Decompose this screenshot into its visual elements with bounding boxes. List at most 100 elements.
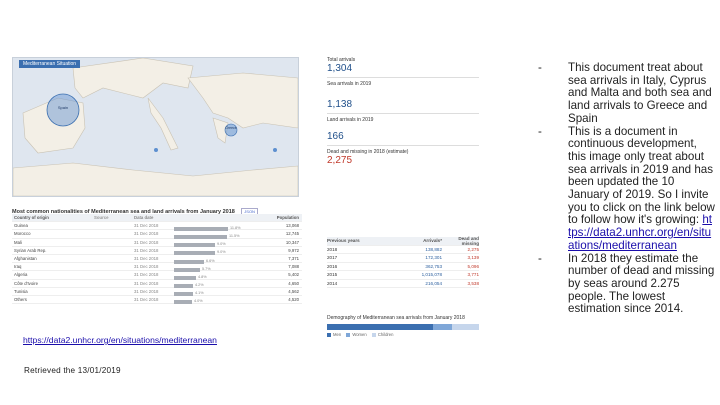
row-percent: 11.5% [229, 233, 240, 238]
nationalities-table: Country of origin Source Data date Popul… [12, 214, 302, 305]
years-header: Previous years Arrivals* Dead and missin… [327, 236, 479, 246]
bullet-dash: - [538, 251, 542, 265]
table-row: Syrian Arab Rep. 31 Dec 2018 9.0% 9,972 [12, 247, 302, 256]
years-body: 2018 138,882 2,275 2017 172,301 3,139 2016 362,… [327, 246, 480, 288]
row-population: 7,088 [288, 264, 299, 270]
table-row: Morocco 31 Dec 2018 11.5% 12,745 [12, 230, 302, 239]
row-bar [174, 267, 200, 272]
spain-circle [46, 93, 80, 127]
row-year: 2017 [327, 255, 338, 261]
row-population: 13,068 [285, 223, 299, 229]
row-country: Algeria [14, 272, 28, 278]
header-date: Data date [134, 215, 154, 221]
row-country: Côte d'Ivoire [14, 280, 38, 286]
legend-children: Children [377, 332, 394, 337]
row-date: 31 Dec 2018 [134, 288, 159, 294]
row-dead: 3,538 [467, 280, 480, 286]
row-dead: 2,275 [467, 246, 480, 252]
table-row: Guinea 31 Dec 2018 11.8% 13,068 [12, 222, 302, 231]
map-panel[interactable]: Spain Greece Mediterranean Situation [12, 57, 299, 197]
header-year: Previous years [327, 238, 360, 244]
dead-value: 2,275 [327, 155, 353, 166]
bullet-dash: - [538, 124, 542, 138]
previous-years-table: Previous years Arrivals* Dead and missin… [327, 236, 480, 288]
row-percent: 6.6% [206, 258, 215, 263]
row-bar [174, 243, 215, 248]
children-segment [451, 324, 479, 330]
map-label-greece: Greece [225, 126, 237, 130]
row-country: Morocco [14, 231, 31, 237]
cyprus-circle [273, 148, 277, 152]
row-percent: 4.1% [195, 291, 204, 296]
row-date: 31 Dec 2018 [134, 223, 159, 229]
row-date: 31 Dec 2018 [134, 264, 159, 270]
year-row: 2018 138,882 2,275 [327, 246, 480, 254]
row-population: 4,650 [288, 280, 299, 286]
row-date: 31 Dec 2018 [134, 272, 159, 278]
row-arrivals: 362,753 [425, 263, 442, 269]
bullet-text: This document treat about sea arrivals i… [568, 61, 712, 125]
row-arrivals: 172,301 [425, 255, 442, 261]
row-population: 7,371 [288, 256, 299, 262]
row-percent: 4.2% [195, 283, 204, 288]
table-row: Tunisia 31 Dec 2018 4.1% 4,562 [12, 288, 302, 297]
row-country: Afghanistan [14, 256, 37, 262]
table-row: Algeria 31 Dec 2018 4.8% 5,402 [12, 271, 302, 280]
year-row: 2015 1,015,078 3,771 [327, 271, 479, 280]
row-country: Guinea [14, 223, 28, 229]
row-date: 31 Dec 2018 [134, 256, 159, 262]
header-source: Source [94, 215, 109, 221]
retrieved-date: Retrieved the 13/01/2019 [24, 366, 121, 375]
row-bar [174, 226, 228, 231]
table-row: Others 31 Dec 2018 4.0% 4,520 [12, 296, 302, 305]
row-arrivals: 1,015,078 [421, 272, 442, 278]
row-percent: 5.7% [202, 266, 211, 271]
row-bar [174, 300, 192, 305]
row-percent: 4.0% [194, 299, 203, 304]
source-link[interactable]: https://data2.unhcr.org/en/situations/me… [23, 335, 217, 345]
demography-bar [327, 324, 479, 330]
row-percent: 4.8% [198, 274, 207, 279]
malta-circle [154, 148, 158, 152]
header-population: Population [276, 215, 299, 221]
bullet-text-container: This is a document in continuous develop… [568, 125, 715, 253]
row-date: 31 Dec 2018 [134, 296, 159, 302]
row-dead: 3,771 [467, 272, 480, 278]
bullet-text: In 2018 they estimate the number of dead… [568, 251, 715, 316]
row-country: Syrian Arab Rep. [14, 247, 47, 253]
row-bar [174, 259, 204, 264]
sea-label: Sea arrivals in 2019 [327, 81, 372, 87]
demography-title: Demography of Mediterranean sea arrivals… [327, 315, 465, 321]
row-country: Mali [14, 239, 22, 245]
demography-panel: Demography of Mediterranean sea arrivals… [327, 315, 479, 337]
sea-value: 1,138 [327, 99, 353, 110]
map-title: Mediterranean Situation [19, 60, 81, 68]
total-value: 1,304 [327, 63, 353, 74]
bullet-list: - This document treat about sea arrivals… [530, 61, 715, 316]
women-segment [433, 324, 452, 330]
row-arrivals: 216,054 [425, 280, 442, 286]
row-year: 2016 [327, 263, 338, 269]
stats-column: Total arrivals 1,304 Sea arrivals in 201… [327, 55, 479, 166]
table-header: Country of origin Source Data date Popul… [12, 214, 302, 223]
row-dead: 3,139 [467, 255, 480, 261]
row-date: 31 Dec 2018 [134, 231, 159, 237]
table-row: Mali 31 Dec 2018 9.0% 10,347 [12, 239, 302, 248]
row-year: 2015 [327, 272, 338, 278]
row-country: Others [14, 296, 27, 302]
legend-men: Men [333, 332, 342, 337]
row-population: 5,402 [288, 272, 299, 278]
divider [327, 77, 479, 78]
row-population: 9,972 [288, 247, 299, 253]
map-image: Spain Greece [13, 58, 298, 196]
row-population: 4,562 [288, 288, 299, 294]
row-percent: 9.0% [217, 242, 226, 247]
table-row: Côte d'Ivoire 31 Dec 2018 4.2% 4,650 [12, 280, 302, 289]
table-body: Guinea 31 Dec 2018 11.8% 13,068 Morocco 31 De… [12, 222, 302, 305]
bullet-item: - This document treat about sea arrivals… [530, 61, 715, 126]
land-label: Land arrivals in 2019 [327, 117, 374, 123]
row-bar [174, 284, 193, 289]
year-row: 2014 216,054 3,538 [327, 280, 480, 288]
men-segment [327, 324, 434, 330]
header-arrivals: Arrivals* [423, 238, 442, 244]
